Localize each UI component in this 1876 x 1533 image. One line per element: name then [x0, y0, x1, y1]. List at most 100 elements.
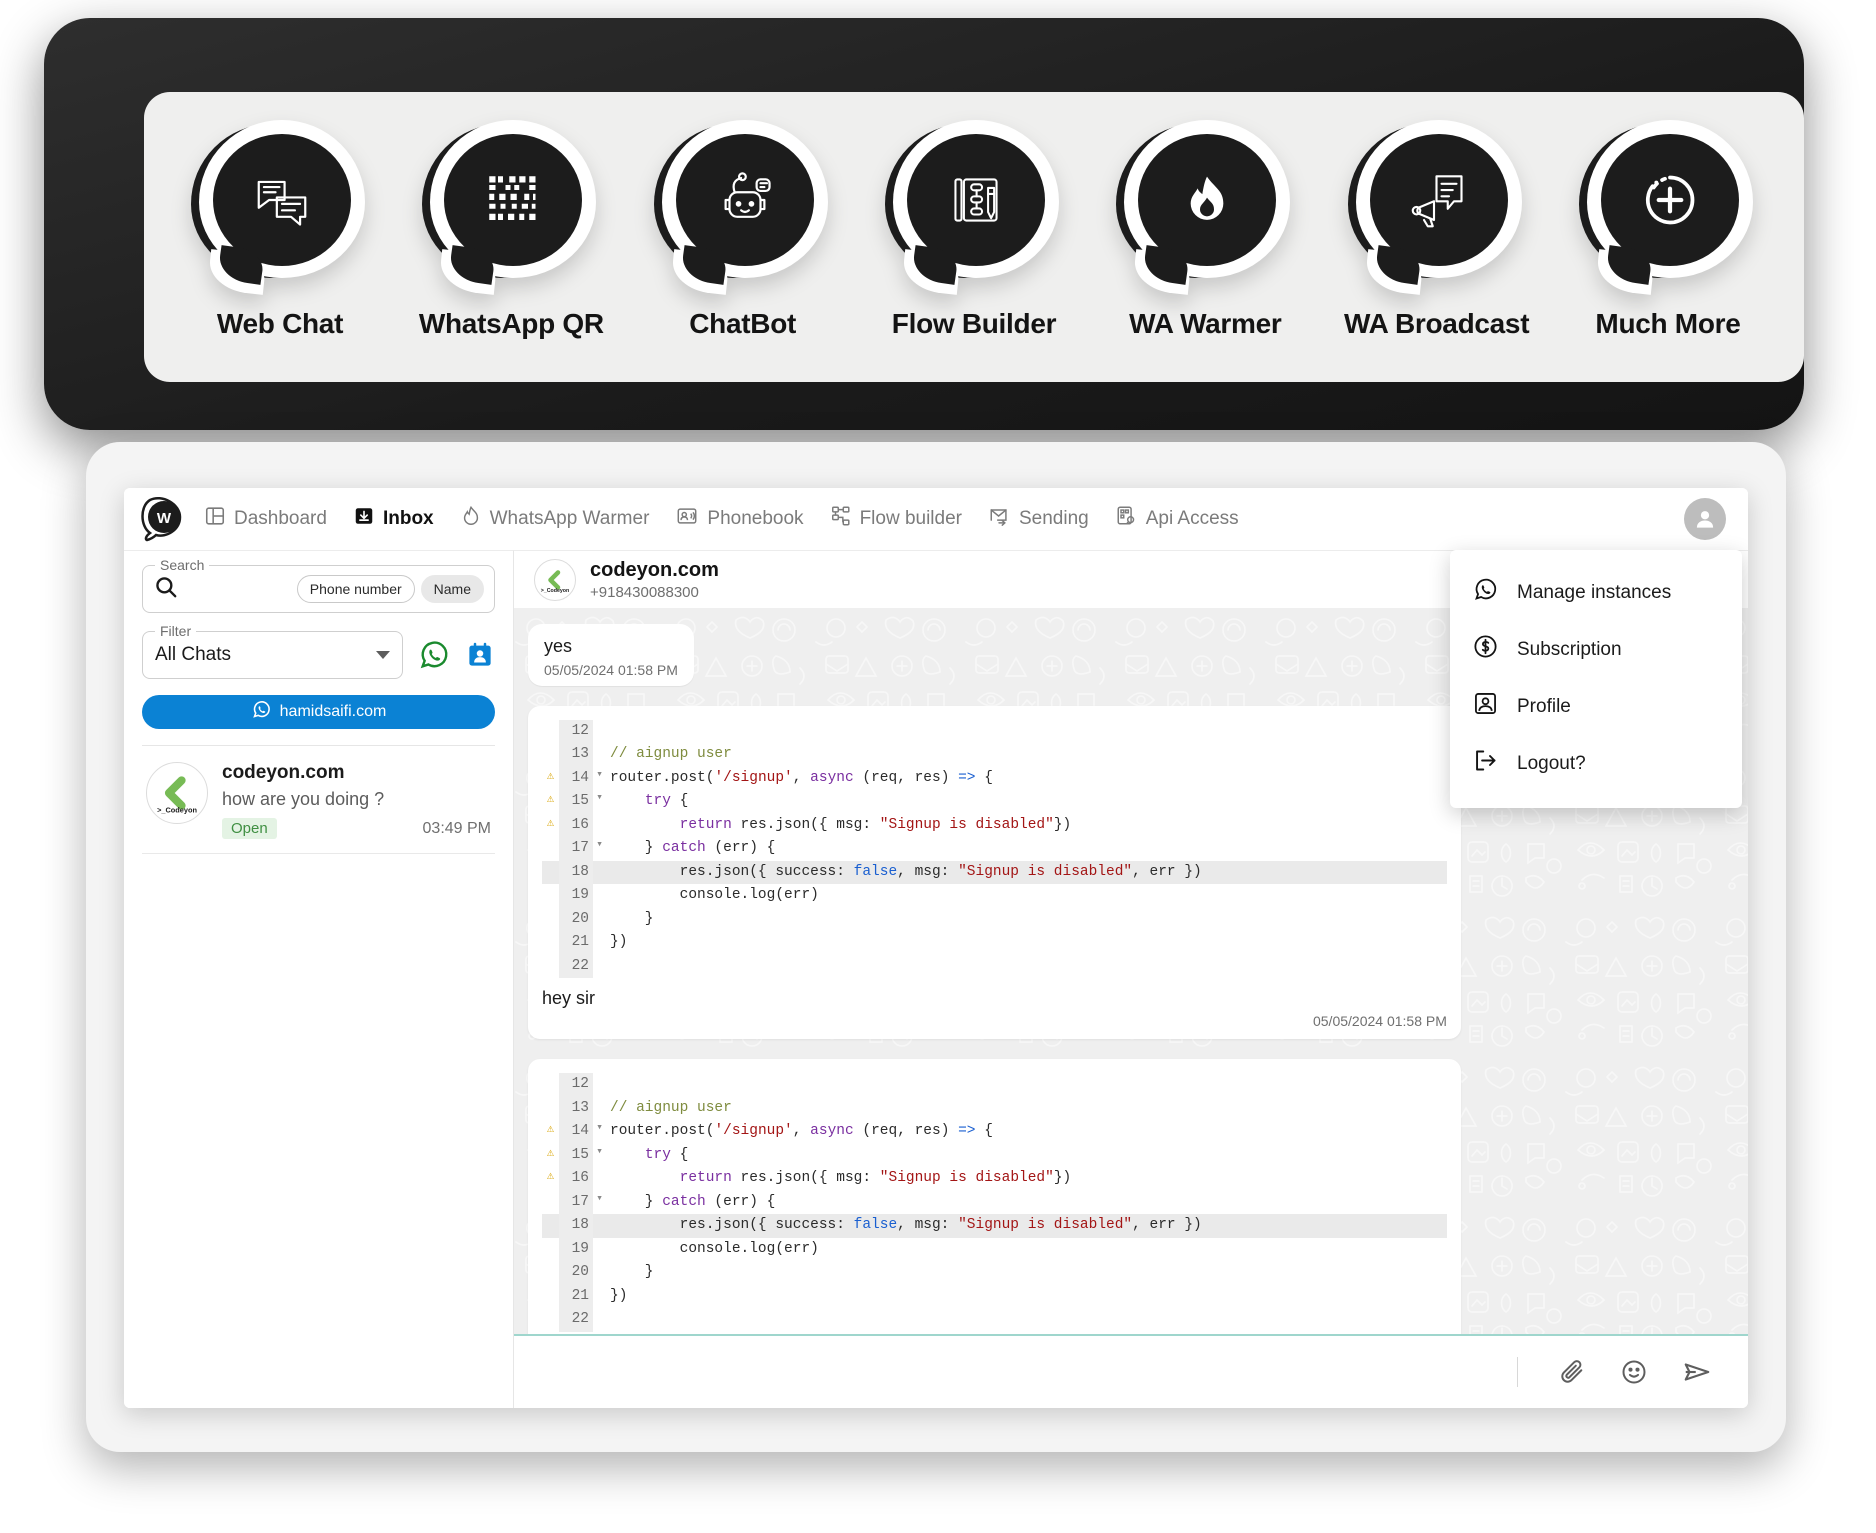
search-label: Search [155, 557, 210, 573]
incoming-code-message: 12 13// aignup user ⚠ 14 ▾ router.post('/sign… [528, 1059, 1724, 1334]
feature-item[interactable]: Much More [1562, 120, 1774, 340]
logout-arrow-icon [1472, 747, 1499, 780]
flame-icon [1138, 134, 1277, 266]
whatsapp-quick-icon[interactable] [417, 638, 451, 672]
feature-item[interactable]: ChatBot [637, 120, 849, 340]
message-bubble: 12 13// aignup user ⚠ 14 ▾ router.post('/sign… [528, 706, 1461, 1040]
search-icon [153, 574, 179, 605]
menu-item-label: Logout? [1517, 752, 1586, 774]
composer-divider [1517, 1357, 1518, 1387]
attachment-icon[interactable] [1558, 1358, 1586, 1386]
filter-label: Filter [155, 623, 197, 639]
search-field[interactable]: Search Phone number Name [142, 557, 495, 613]
profile-card-icon [1472, 690, 1499, 723]
user-avatar-button[interactable] [1684, 498, 1726, 540]
nav-item-whatsapp-warmer[interactable]: WhatsApp Warmer [460, 505, 650, 533]
menu-item-subscription[interactable]: Subscription [1450, 621, 1742, 678]
chat-header-avatar: >_Codeyon [534, 558, 576, 601]
chat-list-item[interactable]: >_Codeyon codeyon.com how are you doing … [142, 746, 495, 854]
code-snippet: 12 13// aignup user ⚠ 14 ▾ router.post('/sign… [542, 720, 1447, 979]
nav-items: Dashboard Inbox WhatsApp Warmer Phoneboo… [204, 505, 1239, 533]
nav-item-phonebook[interactable]: Phonebook [675, 505, 804, 533]
menu-item-logout-[interactable]: Logout? [1450, 735, 1742, 792]
feature-item[interactable]: WhatsApp QR [405, 120, 617, 340]
menu-item-label: Manage instances [1517, 581, 1672, 603]
nav-item-sending[interactable]: Sending [988, 505, 1089, 533]
envelope-send-icon [988, 505, 1011, 533]
menu-item-manage-instances[interactable]: Manage instances [1450, 564, 1742, 621]
message-timestamp: 05/05/2024 01:58 PM [544, 662, 678, 678]
feature-bubble [1347, 120, 1526, 288]
dashed-circle-plus-icon [1600, 134, 1739, 266]
feature-bubble [884, 120, 1063, 288]
chat-item-name: codeyon.com [222, 762, 345, 783]
top-navigation-bar: W Dashboard Inbox WhatsApp Warmer Phoneb… [124, 488, 1748, 550]
user-menu-dropdown: Manage instances Subscription Profile Lo… [1450, 550, 1742, 808]
feature-item[interactable]: Flow Builder [868, 120, 1080, 340]
whatsapp-icon [251, 699, 272, 725]
feature-panel-card: Web Chat WhatsApp QR ChatBot Flow Builde… [144, 92, 1804, 382]
chat-item-time: 03:49 PM [422, 819, 491, 837]
flame-icon [460, 505, 482, 533]
feature-label: Web Chat [216, 308, 344, 339]
message-bubble: 12 13// aignup user ⚠ 14 ▾ router.post('/sign… [528, 1059, 1461, 1334]
chat-sidebar: Search Phone number Name Filter All Chats [124, 550, 514, 1408]
menu-item-profile[interactable]: Profile [1450, 678, 1742, 735]
status-badge: Open [222, 818, 277, 839]
feature-bubble [422, 120, 600, 288]
inbox-download-icon [353, 505, 375, 533]
nav-item-label: Api Access [1145, 508, 1239, 529]
codeyon-logo: >_Codeyon [146, 762, 208, 824]
search-mode-chips: Phone number Name [296, 575, 484, 603]
nav-item-label: Flow builder [859, 508, 962, 529]
nav-item-label: Inbox [382, 508, 434, 529]
feature-item[interactable]: WA Broadcast [1331, 120, 1543, 340]
feature-label: Flow Builder [891, 308, 1057, 339]
code-snippet: 12 13// aignup user ⚠ 14 ▾ router.post('/sign… [542, 1073, 1447, 1332]
nav-item-label: Phonebook [707, 508, 804, 529]
feature-item[interactable]: Web Chat [174, 120, 386, 340]
feature-item[interactable]: WA Warmer [1099, 120, 1311, 340]
feature-bubble [653, 120, 832, 288]
nav-item-api-access[interactable]: Api Access [1115, 505, 1239, 533]
feature-label: WA Warmer [1129, 308, 1282, 339]
active-instance-button[interactable]: hamidsaifi.com [142, 695, 495, 729]
feature-label: ChatBot [689, 308, 797, 339]
active-instance-label: hamidsaifi.com [279, 703, 387, 720]
qr-code-icon [444, 134, 583, 266]
message-bubble: yes 05/05/2024 01:58 PM [528, 624, 694, 686]
flow-diagram-pencil-icon [906, 134, 1045, 266]
filter-row: Filter All Chats [142, 623, 495, 679]
user-avatar-icon [1696, 511, 1714, 528]
feature-bubble [191, 120, 369, 288]
message-text: yes [544, 636, 573, 656]
filter-select[interactable]: Filter All Chats [142, 623, 403, 679]
svg-text:>_Codeyon: >_Codeyon [541, 588, 569, 594]
nav-item-inbox[interactable]: Inbox [353, 505, 434, 533]
search-chip-phone-number[interactable]: Phone number [296, 575, 415, 603]
nav-item-dashboard[interactable]: Dashboard [204, 505, 327, 533]
app-logo[interactable]: W [136, 492, 190, 546]
chevron-down-icon [376, 651, 390, 659]
feature-label: Much More [1595, 308, 1741, 339]
chat-list: >_Codeyon codeyon.com how are you doing … [142, 745, 495, 854]
svg-text:>_Codeyon: >_Codeyon [157, 806, 197, 815]
chat-item-footer: Open 03:49 PM [222, 818, 491, 839]
app-window: W Dashboard Inbox WhatsApp Warmer Phoneb… [124, 488, 1748, 1408]
search-chip-name[interactable]: Name [420, 575, 484, 603]
emoji-icon[interactable] [1620, 1358, 1648, 1386]
feature-bubble [1116, 120, 1294, 288]
contacts-quick-icon[interactable] [465, 640, 495, 670]
nav-item-label: WhatsApp Warmer [489, 508, 650, 529]
message-composer [514, 1334, 1748, 1408]
feature-label: WhatsApp QR [418, 308, 604, 339]
nav-item-flow-builder[interactable]: Flow builder [830, 505, 962, 533]
api-link-icon [1115, 505, 1138, 533]
feature-bubble [1578, 120, 1757, 288]
menu-item-label: Subscription [1517, 638, 1622, 660]
contact-card-icon [675, 505, 699, 533]
chat-bubbles-icon [213, 134, 351, 266]
dollar-circle-icon [1472, 633, 1499, 666]
svg-text:W: W [157, 510, 172, 527]
send-icon[interactable] [1682, 1357, 1712, 1387]
